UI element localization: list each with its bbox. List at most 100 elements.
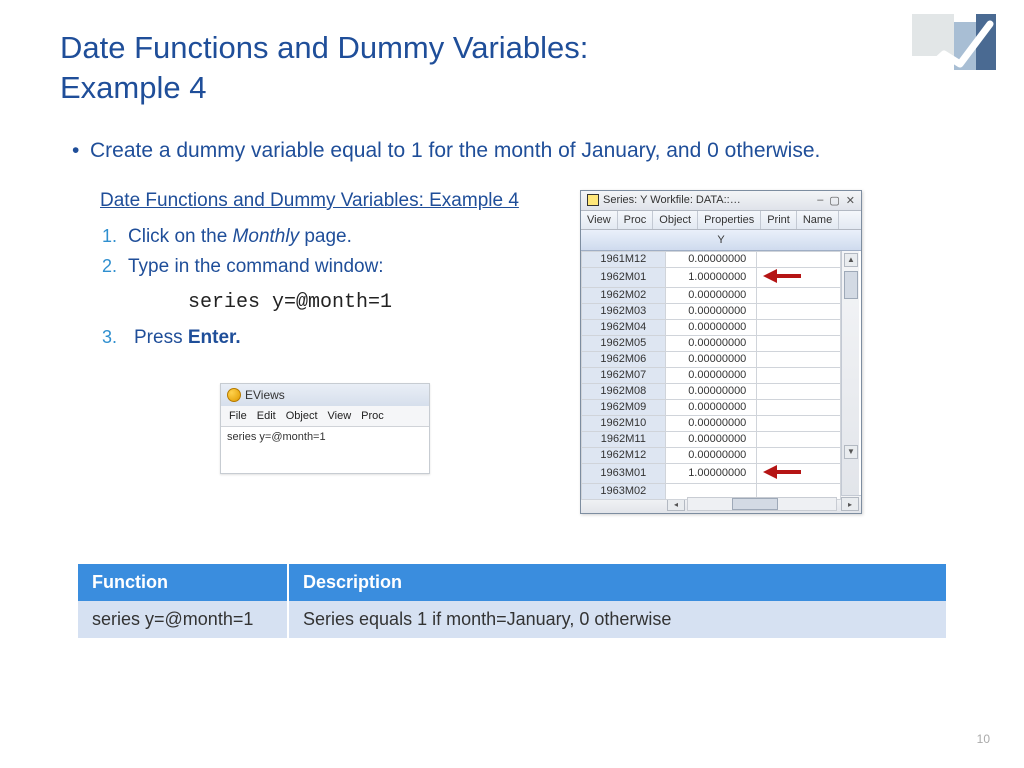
command-input[interactable]: series y=@month=1 <box>221 426 429 473</box>
extra-cell <box>757 463 841 483</box>
table-row: 1962M060.00000000 <box>582 351 841 367</box>
table-row: 1962M020.00000000 <box>582 287 841 303</box>
extra-cell <box>757 447 841 463</box>
th-function: Function <box>78 564 288 601</box>
series-titlebar: Series: Y Workfile: DATA::… – ▢ ✕ <box>581 191 861 211</box>
steps-heading: Date Functions and Dummy Variables: Exam… <box>100 190 580 212</box>
date-cell: 1962M07 <box>582 367 666 383</box>
table-row: 1962M110.00000000 <box>582 431 841 447</box>
close-icon[interactable]: ✕ <box>846 194 855 207</box>
annotation-arrow-icon <box>763 465 813 479</box>
date-cell: 1962M01 <box>582 267 666 287</box>
date-cell: 1962M06 <box>582 351 666 367</box>
table-row: 1962M100.00000000 <box>582 415 841 431</box>
td-function: series y=@month=1 <box>78 601 288 638</box>
date-cell: 1963M01 <box>582 463 666 483</box>
extra-cell <box>757 399 841 415</box>
date-cell: 1962M11 <box>582 431 666 447</box>
slide-title: Date Functions and Dummy Variables: Exam… <box>60 28 780 109</box>
extra-cell <box>757 351 841 367</box>
date-cell: 1962M02 <box>582 287 666 303</box>
step-2: Type in the command window: series y=@mo… <box>128 252 580 318</box>
date-cell: 1962M12 <box>582 447 666 463</box>
tb-print[interactable]: Print <box>761 211 797 229</box>
maximize-icon[interactable]: ▢ <box>829 194 839 207</box>
minimize-icon[interactable]: – <box>817 194 823 207</box>
menu-view[interactable]: View <box>328 410 352 422</box>
extra-cell <box>757 251 841 267</box>
menu-edit[interactable]: Edit <box>257 410 276 422</box>
extra-cell <box>757 303 841 319</box>
series-table: 1961M120.000000001962M011.000000001962M0… <box>581 251 841 500</box>
extra-cell <box>757 319 841 335</box>
menu-object[interactable]: Object <box>286 410 318 422</box>
table-row: 1963M011.00000000 <box>582 463 841 483</box>
value-cell: 0.00000000 <box>665 383 757 399</box>
series-title-text: Series: Y Workfile: DATA::… <box>603 194 741 206</box>
series-toolbar: View Proc Object Properties Print Name <box>581 211 861 230</box>
value-cell: 0.00000000 <box>665 335 757 351</box>
table-row: 1962M040.00000000 <box>582 319 841 335</box>
content-row: Date Functions and Dummy Variables: Exam… <box>60 190 964 514</box>
value-cell: 0.00000000 <box>665 415 757 431</box>
date-cell: 1962M04 <box>582 319 666 335</box>
main-bullet: Create a dummy variable equal to 1 for t… <box>60 137 964 164</box>
scroll-up-icon[interactable]: ▲ <box>844 253 858 267</box>
menu-file[interactable]: File <box>229 410 247 422</box>
value-cell: 0.00000000 <box>665 399 757 415</box>
value-cell: 1.00000000 <box>665 267 757 287</box>
extra-cell <box>757 287 841 303</box>
function-table: Function Description series y=@month=1 S… <box>78 564 946 638</box>
tb-view[interactable]: View <box>581 211 618 229</box>
date-cell: 1962M03 <box>582 303 666 319</box>
vertical-scrollbar[interactable]: ▲ ▼ <box>841 251 859 495</box>
hscroll-track[interactable] <box>687 497 837 511</box>
tb-name[interactable]: Name <box>797 211 839 229</box>
value-cell: 0.00000000 <box>665 367 757 383</box>
page-number: 10 <box>977 732 990 746</box>
title-line-1: Date Functions and Dummy Variables: <box>60 30 588 65</box>
scroll-thumb[interactable] <box>844 271 858 299</box>
value-cell: 0.00000000 <box>665 303 757 319</box>
value-cell: 0.00000000 <box>665 351 757 367</box>
extra-cell <box>757 415 841 431</box>
extra-cell <box>757 367 841 383</box>
extra-cell <box>757 267 841 287</box>
cmdwin-title: EViews <box>245 388 285 402</box>
table-row: 1962M050.00000000 <box>582 335 841 351</box>
eviews-icon <box>227 388 241 402</box>
date-cell: 1962M08 <box>582 383 666 399</box>
series-grid: 1961M120.000000001962M011.000000001962M0… <box>581 251 861 495</box>
table-row: 1961M120.00000000 <box>582 251 841 267</box>
scroll-right-icon[interactable]: ▸ <box>841 497 859 511</box>
tb-object[interactable]: Object <box>653 211 698 229</box>
cmdwin-menubar: File Edit Object View Proc <box>221 406 429 426</box>
eviews-command-window: EViews File Edit Object View Proc series… <box>220 383 430 474</box>
table-row: 1962M070.00000000 <box>582 367 841 383</box>
steps-list: Click on the Monthly page. Type in the c… <box>100 222 580 353</box>
value-cell: 0.00000000 <box>665 251 757 267</box>
tb-properties[interactable]: Properties <box>698 211 761 229</box>
cmdwin-titlebar: EViews <box>221 384 429 406</box>
hscroll-thumb[interactable] <box>732 498 778 510</box>
date-cell: 1962M05 <box>582 335 666 351</box>
date-cell: 1962M10 <box>582 415 666 431</box>
extra-cell <box>757 335 841 351</box>
tb-proc[interactable]: Proc <box>618 211 654 229</box>
annotation-arrow-icon <box>763 269 813 283</box>
value-cell: 0.00000000 <box>665 447 757 463</box>
series-icon <box>587 194 599 206</box>
title-line-2: Example 4 <box>60 70 206 105</box>
date-cell: 1963M02 <box>582 483 666 499</box>
menu-proc[interactable]: Proc <box>361 410 384 422</box>
left-column: Date Functions and Dummy Variables: Exam… <box>60 190 580 474</box>
series-column-header: Y <box>581 230 861 251</box>
th-description: Description <box>288 564 946 601</box>
value-cell: 1.00000000 <box>665 463 757 483</box>
table-row: 1962M090.00000000 <box>582 399 841 415</box>
table-row: 1962M011.00000000 <box>582 267 841 287</box>
date-cell: 1962M09 <box>582 399 666 415</box>
scroll-down-icon[interactable]: ▼ <box>844 445 858 459</box>
code-line: series y=@month=1 <box>188 287 580 319</box>
step-3: Press Enter. <box>128 323 580 353</box>
